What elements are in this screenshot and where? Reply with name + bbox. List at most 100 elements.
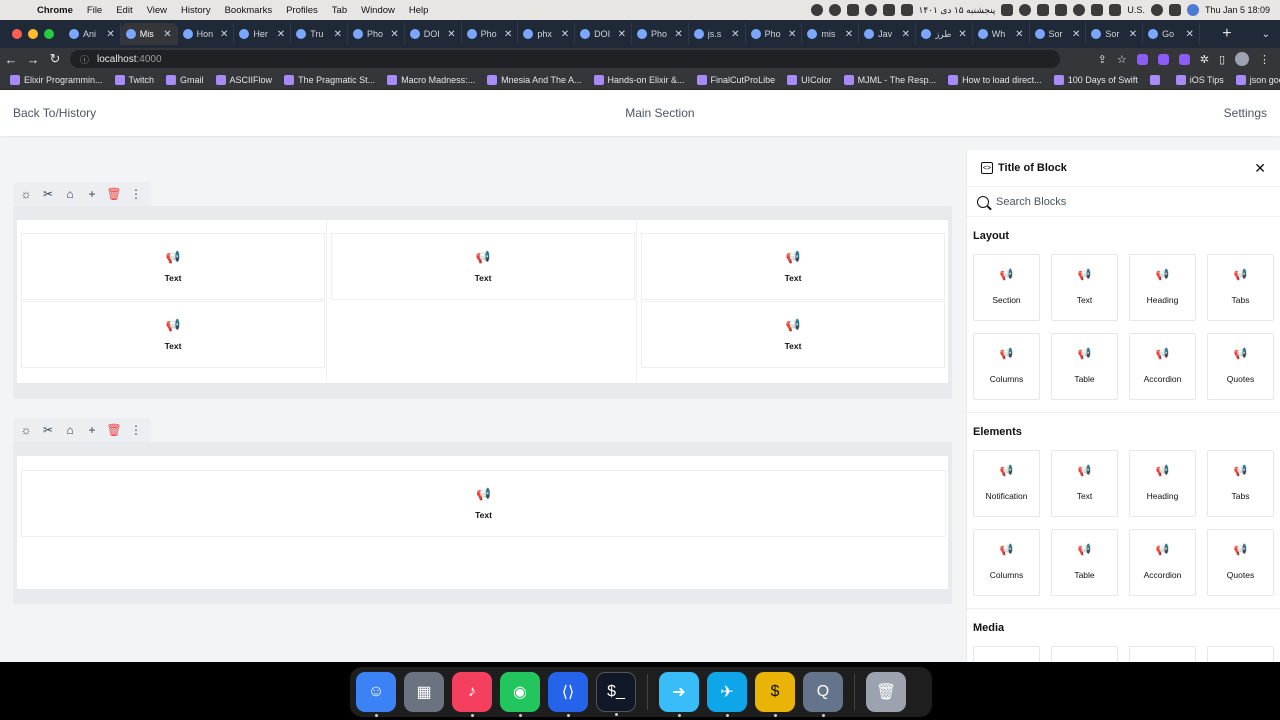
back-arrow-icon[interactable]: ←	[0, 52, 22, 67]
siri-icon[interactable]	[1186, 4, 1199, 16]
browser-tab[interactable]: Tru ✕	[291, 23, 348, 45]
migrate-app-icon[interactable]: ➜	[659, 672, 699, 717]
tools-icon[interactable]: ✂	[41, 423, 55, 437]
plus-icon[interactable]: +	[85, 187, 99, 201]
tools-icon[interactable]: ✂	[41, 187, 55, 201]
trash-icon[interactable]: 🗑	[866, 672, 906, 712]
settings-link[interactable]: Settings	[1224, 106, 1267, 120]
url-bar[interactable]: ⓘ localhost:4000	[70, 50, 1060, 68]
site-info-icon[interactable]: ⓘ	[80, 53, 89, 66]
close-icon[interactable]: ✕	[1015, 29, 1023, 40]
status-app-icon[interactable]	[846, 4, 859, 16]
block-tile[interactable]: 📢 Table	[1051, 333, 1118, 400]
share-icon[interactable]: ⇪	[1098, 53, 1107, 66]
text-block[interactable]: 📢 Text	[641, 301, 945, 368]
column-3[interactable]: 📢 Text 📢 Text	[639, 220, 948, 383]
block-tile[interactable]: 📢 Tabs	[1207, 450, 1274, 517]
search-icon[interactable]	[1150, 4, 1163, 16]
close-icon[interactable]: ✕	[618, 29, 626, 40]
text-block[interactable]: 📢 Text	[641, 233, 945, 300]
browser-tab[interactable]: Jav ✕	[859, 23, 916, 45]
close-icon[interactable]: ✕	[447, 29, 455, 40]
block-tile[interactable]: 📢 Accordion	[1129, 333, 1196, 400]
close-icon[interactable]: ✕	[163, 29, 171, 40]
browser-tab[interactable]: طرز ✕	[916, 23, 973, 45]
bookmark-item[interactable]: How to load direct...	[948, 74, 1042, 85]
bookmark-item[interactable]: iOS Tips	[1175, 74, 1224, 85]
block-tile[interactable]	[1129, 646, 1196, 662]
menu-chrome[interactable]: Chrome	[30, 5, 80, 16]
status-app-icon[interactable]	[900, 4, 913, 16]
browser-tab[interactable]: Ani ✕	[64, 23, 121, 45]
browser-tab[interactable]: js.s ✕	[689, 23, 746, 45]
control-center-icon[interactable]	[1168, 4, 1181, 16]
menu-tab[interactable]: Tab	[325, 5, 354, 16]
quicktime-icon[interactable]: Q	[803, 672, 843, 717]
tab-search-button[interactable]: ⌄	[1242, 29, 1280, 40]
close-icon[interactable]: ✕	[1129, 29, 1137, 40]
trash-icon[interactable]: 🗑	[106, 187, 121, 201]
block-tile[interactable]: 📢 Table	[1051, 529, 1118, 596]
star-icon[interactable]: ☆	[1117, 53, 1127, 66]
extension-icon[interactable]	[1178, 53, 1190, 65]
browser-tab[interactable]: Pho ✕	[746, 23, 803, 45]
more-vertical-icon[interactable]: ⋮	[129, 187, 143, 201]
clock[interactable]: Thu Jan 5 18:09	[1205, 5, 1270, 15]
bluetooth-icon[interactable]	[1073, 4, 1086, 16]
block-tile[interactable]	[1051, 646, 1118, 662]
bookmark-item[interactable]: The Pragmatic St...	[284, 74, 375, 85]
menu-bookmarks[interactable]: Bookmarks	[218, 5, 280, 16]
more-vertical-icon[interactable]: ⋮	[1259, 53, 1270, 66]
reload-icon[interactable]: ↻	[44, 51, 66, 67]
close-icon[interactable]: ✕	[1186, 29, 1194, 40]
status-app-icon[interactable]	[828, 4, 841, 16]
menu-view[interactable]: View	[140, 5, 174, 16]
bookmark-item[interactable]: json google	[1235, 74, 1280, 85]
block-tile[interactable]: 📢 Quotes	[1207, 529, 1274, 596]
browser-tab[interactable]: Go ✕	[1143, 23, 1200, 45]
block-tile[interactable]	[973, 646, 1040, 662]
browser-tab[interactable]: Hon ✕	[178, 23, 235, 45]
bookmark-item[interactable]	[1149, 74, 1164, 85]
text-block[interactable]: 📢 Text	[331, 233, 635, 300]
close-icon[interactable]: ✕	[277, 29, 285, 40]
browser-tab[interactable]: phx ✕	[518, 23, 576, 45]
block-tile[interactable]: 📢 Quotes	[1207, 333, 1274, 400]
close-icon[interactable]: ✕	[504, 29, 512, 40]
menu-help[interactable]: Help	[402, 5, 436, 16]
bookmark-item[interactable]: Twitch	[114, 74, 154, 85]
chrome-icon[interactable]: ◉	[500, 672, 540, 717]
extension-icon[interactable]	[1136, 53, 1148, 65]
close-icon[interactable]: ✕	[220, 29, 228, 40]
bookmark-item[interactable]: MJML - The Resp...	[843, 74, 936, 85]
terminal-icon[interactable]: $_	[596, 672, 636, 716]
menu-profiles[interactable]: Profiles	[279, 5, 325, 16]
bookmark-item[interactable]: UIColor	[787, 74, 832, 85]
bookmark-item[interactable]: Hands-on Elixir &...	[593, 74, 685, 85]
text-block[interactable]: 📢 Text	[21, 233, 325, 300]
volume-icon[interactable]	[1055, 4, 1068, 16]
browser-tab[interactable]: Sor ✕	[1086, 23, 1144, 45]
column-1[interactable]: 📢 Text 📢 Text	[17, 220, 327, 383]
text-block[interactable]: 📢 Text	[21, 470, 946, 537]
close-icon[interactable]: ✕	[674, 29, 682, 40]
block-tile[interactable]: 📢 Accordion	[1129, 529, 1196, 596]
close-icon[interactable]: ✕	[788, 29, 796, 40]
column-2[interactable]: 📢 Text	[329, 220, 637, 383]
profile-avatar[interactable]	[1235, 52, 1249, 66]
close-icon[interactable]: ✕	[845, 29, 853, 40]
puzzle-icon[interactable]: ✲	[1200, 53, 1209, 66]
block-tile[interactable]: 📢 Notification	[973, 450, 1040, 517]
close-icon[interactable]: ✕	[106, 29, 114, 40]
search-input[interactable]	[996, 195, 1196, 208]
block-tile[interactable]	[1207, 646, 1274, 662]
menu-file[interactable]: File	[80, 5, 109, 16]
block-tile[interactable]: 📢 Columns	[973, 529, 1040, 596]
trash-icon[interactable]: 🗑	[106, 423, 121, 437]
close-icon[interactable]: ✕	[902, 29, 910, 40]
forward-arrow-icon[interactable]: →	[22, 52, 44, 67]
menu-history[interactable]: History	[174, 5, 218, 16]
close-icon[interactable]: ✕	[334, 29, 342, 40]
block-tile[interactable]: 📢 Columns	[973, 333, 1040, 400]
finder-icon[interactable]: ☺	[356, 672, 396, 717]
